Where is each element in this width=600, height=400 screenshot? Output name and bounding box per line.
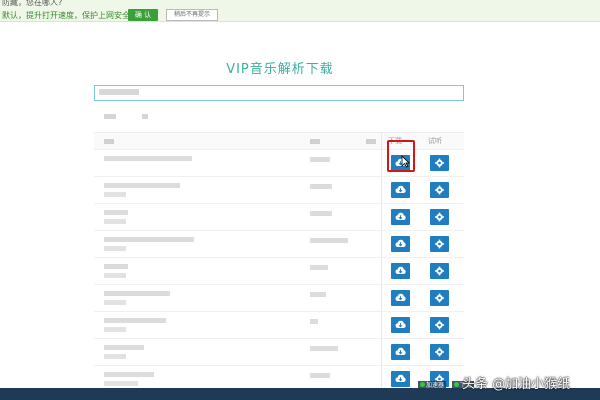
song-title bbox=[104, 318, 166, 323]
download-button[interactable] bbox=[391, 182, 410, 198]
download-button[interactable] bbox=[391, 209, 410, 225]
download-button[interactable] bbox=[391, 236, 410, 252]
play-button[interactable] bbox=[430, 209, 449, 225]
header-song-name bbox=[104, 139, 114, 144]
notification-line1: 防藏，您在哪人? bbox=[2, 0, 63, 7]
search-input[interactable] bbox=[94, 85, 464, 101]
status-dot-icon bbox=[454, 382, 459, 387]
watermark: 头条 @加油小猴纸 bbox=[462, 377, 571, 392]
table-row bbox=[94, 258, 464, 285]
download-button[interactable] bbox=[391, 290, 410, 306]
table-row bbox=[94, 339, 464, 366]
play-button[interactable] bbox=[430, 263, 449, 279]
song-subtitle bbox=[104, 246, 126, 251]
song-subtitle bbox=[104, 219, 126, 224]
song-subtitle bbox=[104, 300, 126, 305]
notification-bar: 防藏，您在哪人? 默认，提升打开速度，保护上网安全 确 认 稍后不再提示 bbox=[0, 0, 600, 22]
song-subtitle bbox=[104, 381, 138, 386]
mouse-cursor-icon bbox=[401, 155, 410, 168]
song-title bbox=[104, 372, 154, 377]
song-subtitle bbox=[104, 327, 126, 332]
taskbar-item-accelerator[interactable]: 加速器 bbox=[418, 381, 447, 390]
play-button[interactable] bbox=[430, 317, 449, 333]
song-artist bbox=[310, 265, 328, 270]
song-artist bbox=[310, 292, 326, 297]
header-trial: 试听 bbox=[428, 137, 442, 145]
play-button[interactable] bbox=[430, 182, 449, 198]
confirm-button[interactable]: 确 认 bbox=[128, 9, 158, 21]
play-button[interactable] bbox=[430, 236, 449, 252]
song-artist bbox=[310, 319, 318, 324]
header-artist bbox=[310, 139, 320, 144]
download-button[interactable] bbox=[391, 344, 410, 360]
song-title bbox=[104, 156, 192, 161]
table-row bbox=[94, 312, 464, 339]
tab-2[interactable] bbox=[142, 114, 148, 119]
status-dot-icon bbox=[420, 382, 425, 387]
song-title bbox=[104, 183, 180, 188]
play-button[interactable] bbox=[430, 290, 449, 306]
page-title: VIP音乐解析下载 bbox=[226, 62, 334, 77]
table-row bbox=[94, 177, 464, 204]
song-title bbox=[104, 264, 128, 269]
download-button[interactable] bbox=[391, 371, 410, 387]
song-artist bbox=[310, 238, 348, 243]
dont-remind-button[interactable]: 稍后不再提示 bbox=[166, 9, 218, 21]
table-row bbox=[94, 204, 464, 231]
song-title bbox=[104, 237, 194, 242]
song-subtitle bbox=[104, 192, 126, 197]
download-button[interactable] bbox=[391, 317, 410, 333]
header-album bbox=[366, 139, 376, 144]
song-artist bbox=[310, 157, 330, 162]
search-placeholder bbox=[99, 89, 139, 95]
table-row bbox=[94, 231, 464, 258]
song-subtitle bbox=[104, 354, 126, 359]
play-button[interactable] bbox=[430, 155, 449, 171]
download-button[interactable] bbox=[391, 263, 410, 279]
song-title bbox=[104, 210, 128, 215]
taskbar-item-label: 加速器 bbox=[426, 382, 445, 389]
notification-message: 默认，提升打开速度，保护上网安全 bbox=[2, 11, 130, 20]
song-subtitle bbox=[104, 273, 126, 278]
play-button[interactable] bbox=[430, 344, 449, 360]
tab-1[interactable] bbox=[104, 114, 116, 119]
song-artist bbox=[310, 373, 330, 378]
song-artist bbox=[310, 211, 332, 216]
table-row bbox=[94, 285, 464, 312]
song-artist bbox=[310, 184, 332, 189]
song-artist bbox=[310, 346, 338, 351]
song-title bbox=[104, 291, 170, 296]
song-title bbox=[104, 345, 144, 350]
